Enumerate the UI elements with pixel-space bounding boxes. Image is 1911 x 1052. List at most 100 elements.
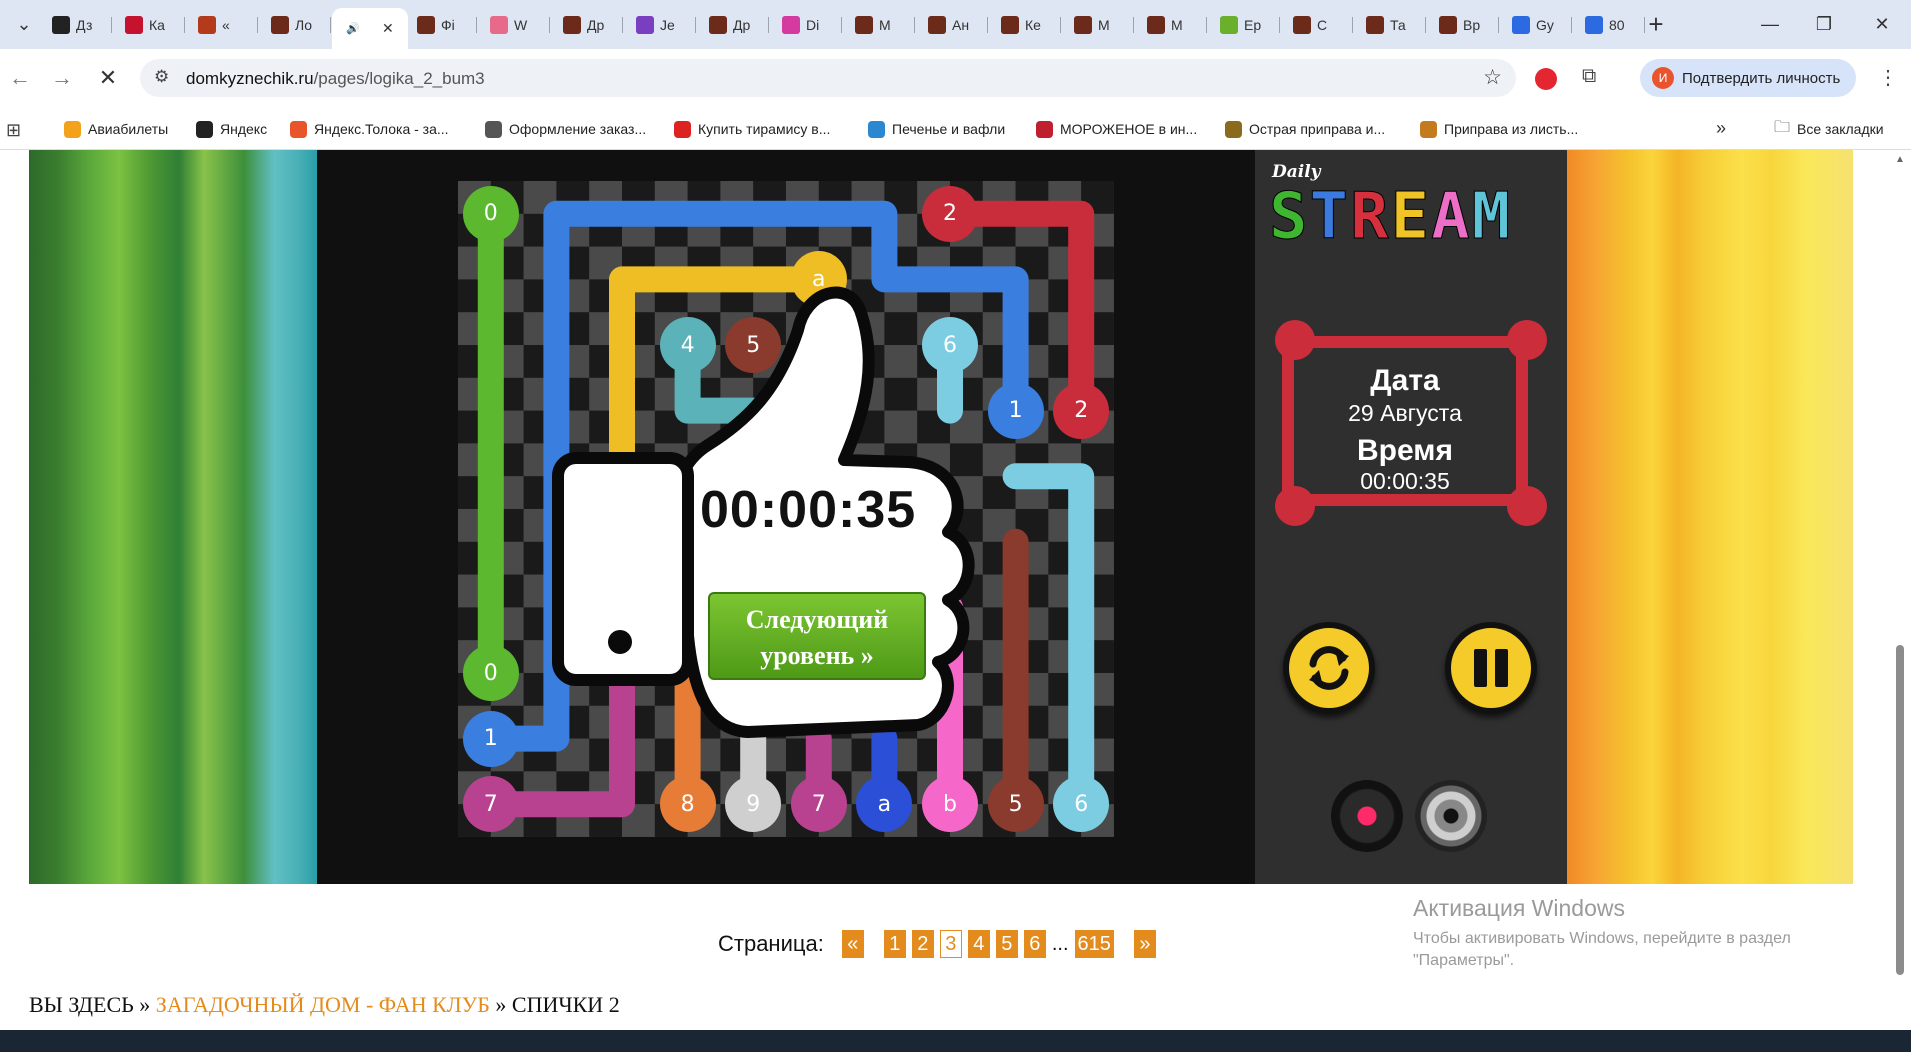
bookmark-item[interactable]: Купить тирамису в... [674,117,830,141]
bookmark-label: Оформление заказ... [509,121,647,137]
tab-title: « [222,17,230,33]
more-bookmarks-chevron-icon[interactable]: » [1716,118,1726,139]
page-next-button[interactable]: » [1133,930,1156,958]
tab-separator [914,17,915,33]
browser-tab[interactable]: Фі [405,8,477,42]
tab-separator [622,17,623,33]
speaker-icon[interactable] [1415,780,1487,852]
new-tab-button[interactable]: + [1634,9,1678,39]
page-link[interactable]: 5 [995,930,1018,958]
page-link[interactable]: 2 [911,930,934,958]
browser-tab[interactable]: Ке [989,8,1061,42]
tab-title: Gy [1536,17,1554,33]
board-dot[interactable]: 6 [1053,776,1110,833]
board-dot[interactable]: 7 [462,776,519,833]
bookmark-favicon [196,120,213,138]
bookmark-favicon [868,120,885,138]
browser-tab[interactable]: W [478,8,550,42]
browser-tab[interactable]: Та [1354,8,1426,42]
site-info-icon[interactable]: ⚙ [154,67,169,87]
browser-tab[interactable]: Ан [916,8,988,42]
bookmark-label: Купить тирамису в... [698,121,831,137]
page-link[interactable]: 4 [967,930,990,958]
extension-icon[interactable] [1535,68,1557,90]
audio-playing-icon: 🔊 [346,23,360,35]
browser-tab[interactable]: « [186,8,258,42]
pagination-label: Страница: [718,931,824,956]
browser-tab[interactable]: М [1135,8,1207,42]
close-window-icon[interactable]: ✕ [1860,10,1904,38]
url-text[interactable]: domkyznechik.ru/pages/logika_2_bum3 [186,69,485,89]
back-icon[interactable]: ← [4,62,36,94]
tab-separator [330,17,331,33]
side-panel: Daily STREAM Дата 29 Августа Время 00:00… [1255,150,1567,884]
tab-title: М [879,17,891,33]
browser-tab[interactable]: Др [697,8,769,42]
tab-title: Ло [295,17,312,33]
bookmark-item[interactable]: Острая приправа и... [1225,117,1385,141]
page-scrollbar[interactable]: ▲ [1890,150,1911,1030]
url-path: /pages/logika_2_bum3 [313,69,485,88]
restart-button[interactable] [1283,622,1375,714]
logo-letter: S [1269,180,1310,255]
record-icon[interactable] [1331,780,1403,852]
address-bar[interactable]: ⚙ domkyznechik.ru/pages/logika_2_bum3 ☆ [140,59,1516,97]
bookmark-star-icon[interactable]: ☆ [1483,65,1502,90]
board-dot[interactable]: 0 [462,185,519,242]
extensions-puzzle-icon[interactable]: ⧉ [1582,65,1596,88]
bookmark-favicon [290,120,307,138]
browser-tab[interactable]: Di [770,8,842,42]
scrollbar-thumb[interactable] [1896,645,1904,975]
browser-tab[interactable]: 🔊 ✕ [332,8,408,49]
tab-separator [111,17,112,33]
browser-tab[interactable]: Gy [1500,8,1572,42]
bookmark-item[interactable]: Печенье и вафли [868,117,1005,141]
apps-grid-icon[interactable]: ⊞ [6,120,21,141]
bookmark-item[interactable]: МОРОЖЕНОЕ в ин... [1036,117,1197,141]
bookmark-item[interactable]: Яндекс [196,117,267,141]
minimize-icon[interactable]: — [1748,10,1792,38]
browser-tab[interactable]: С [1281,8,1353,42]
tab-title: Дз [76,17,93,33]
bookmark-item[interactable]: Оформление заказ... [485,117,646,141]
board-dot[interactable]: 2 [922,185,978,242]
frame-corner [1507,486,1547,526]
all-bookmarks-folder[interactable]: 🗀 Все закладки [1774,117,1884,141]
board-dot[interactable]: 2 [1053,382,1110,439]
page-link[interactable]: 1 [883,930,906,958]
close-tab-icon[interactable]: ✕ [382,20,394,37]
profile-button[interactable]: И Подтвердить личность [1640,59,1856,97]
scroll-up-icon[interactable]: ▲ [1895,154,1905,165]
browser-tab[interactable]: Дз [40,8,112,42]
board-dot[interactable]: 1 [462,710,519,767]
bookmark-item[interactable]: Яндекс.Толока - за... [290,117,449,141]
logo-letter: R [1350,180,1391,255]
browser-tab[interactable]: Др [551,8,623,42]
bookmark-item[interactable]: Авиабилеты [64,117,168,141]
menu-kebab-icon[interactable]: ⋮ [1878,65,1898,90]
breadcrumb-link-fanclub[interactable]: ЗАГАДОЧНЫЙ ДОМ - ФАН КЛУБ [156,992,490,1017]
browser-tab[interactable]: Je [624,8,696,42]
pause-button[interactable] [1445,622,1537,714]
page-prev-button[interactable]: « [841,930,864,958]
tab-separator [184,17,185,33]
page-link[interactable]: 6 [1023,930,1046,958]
restore-icon[interactable]: ❐ [1802,10,1846,38]
board-dot[interactable]: 0 [462,645,519,701]
forward-icon[interactable]: → [46,62,78,94]
browser-tab[interactable]: М [1062,8,1134,42]
page-last-button[interactable]: 615 [1074,930,1114,958]
page-current[interactable]: 3 [939,930,962,958]
next-level-button[interactable]: Следующий уровень » [708,592,926,680]
browser-tab[interactable]: Ер [1208,8,1280,42]
bookmark-item[interactable]: Приправа из листь... [1420,117,1578,141]
all-bookmarks-label: Все закладки [1797,121,1884,137]
browser-tab[interactable]: Вр [1427,8,1499,42]
browser-tab[interactable]: Ка [113,8,185,42]
browser-tab[interactable]: Ло [259,8,331,42]
browser-tab[interactable]: М [843,8,915,42]
stop-loading-icon[interactable]: ✕ [92,62,124,94]
tab-favicon [1001,16,1019,34]
bookmark-label: МОРОЖЕНОЕ в ин... [1060,121,1198,137]
bookmark-favicon [64,120,81,138]
